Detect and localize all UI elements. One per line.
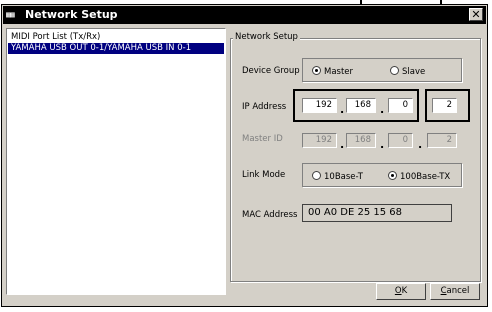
cancel-label-rest: ancel	[446, 286, 470, 296]
device-group-label: Device Group	[242, 66, 300, 76]
master-id-octet-4: 2	[427, 133, 457, 148]
keyboard-app-icon: ▦▦	[6, 10, 15, 19]
port-list-header: MIDI Port List (Tx/Rx)	[11, 32, 101, 42]
mac-address-value: 00 A0 DE 25 15 68	[302, 204, 452, 222]
title-bar: ▦▦ Network Setup ✕	[3, 6, 486, 24]
ip-separator: .	[380, 103, 385, 116]
ip-octet-4[interactable]: 2	[432, 98, 457, 113]
radio-master-label: Master	[324, 67, 354, 77]
ok-button[interactable]: OK	[376, 283, 426, 300]
radio-slave[interactable]: Slave	[390, 66, 425, 77]
group-label: Network Setup	[233, 32, 300, 42]
ip-address-label: IP Address	[242, 102, 287, 112]
master-id-label: Master ID	[242, 134, 283, 144]
ok-label-rest: K	[401, 286, 408, 296]
radio-10base-t[interactable]: 10Base-T	[312, 171, 363, 182]
ok-mnemonic: O	[394, 286, 402, 296]
master-id-separator: .	[418, 138, 423, 151]
radio-100base-tx-label: 100Base-TX	[400, 172, 451, 182]
ip-separator: .	[340, 103, 345, 116]
radio-unselected-icon	[312, 171, 321, 180]
master-id-separator: .	[380, 138, 385, 151]
radio-100base-tx[interactable]: 100Base-TX	[388, 171, 450, 182]
mac-address-label: MAC Address	[242, 210, 298, 220]
close-icon: ✕	[471, 8, 481, 21]
master-id-octet-1: 192	[302, 133, 337, 148]
list-item[interactable]: YAMAHA USB OUT 0-1/YAMAHA USB IN 0-1	[8, 43, 224, 54]
cancel-button[interactable]: Cancel	[430, 283, 480, 300]
window-title: Network Setup	[25, 8, 118, 21]
radio-slave-label: Slave	[402, 67, 426, 77]
ip-octet-2[interactable]: 168	[346, 98, 376, 113]
master-id-octet-2: 168	[346, 133, 376, 148]
radio-unselected-icon	[390, 66, 399, 75]
radio-selected-icon	[388, 171, 397, 180]
master-id-separator: .	[340, 138, 345, 151]
radio-master[interactable]: Master	[312, 66, 353, 77]
link-mode-label: Link Mode	[242, 170, 286, 180]
ip-octet-3[interactable]: 0	[388, 98, 413, 113]
radio-selected-icon	[312, 66, 321, 75]
radio-10base-t-label: 10Base-T	[324, 172, 363, 182]
midi-port-list[interactable]: MIDI Port List (Tx/Rx) YAMAHA USB OUT 0-…	[6, 28, 226, 295]
ip-octet-1[interactable]: 192	[302, 98, 337, 113]
close-button[interactable]: ✕	[469, 8, 483, 21]
master-id-octet-3: 0	[388, 133, 413, 148]
